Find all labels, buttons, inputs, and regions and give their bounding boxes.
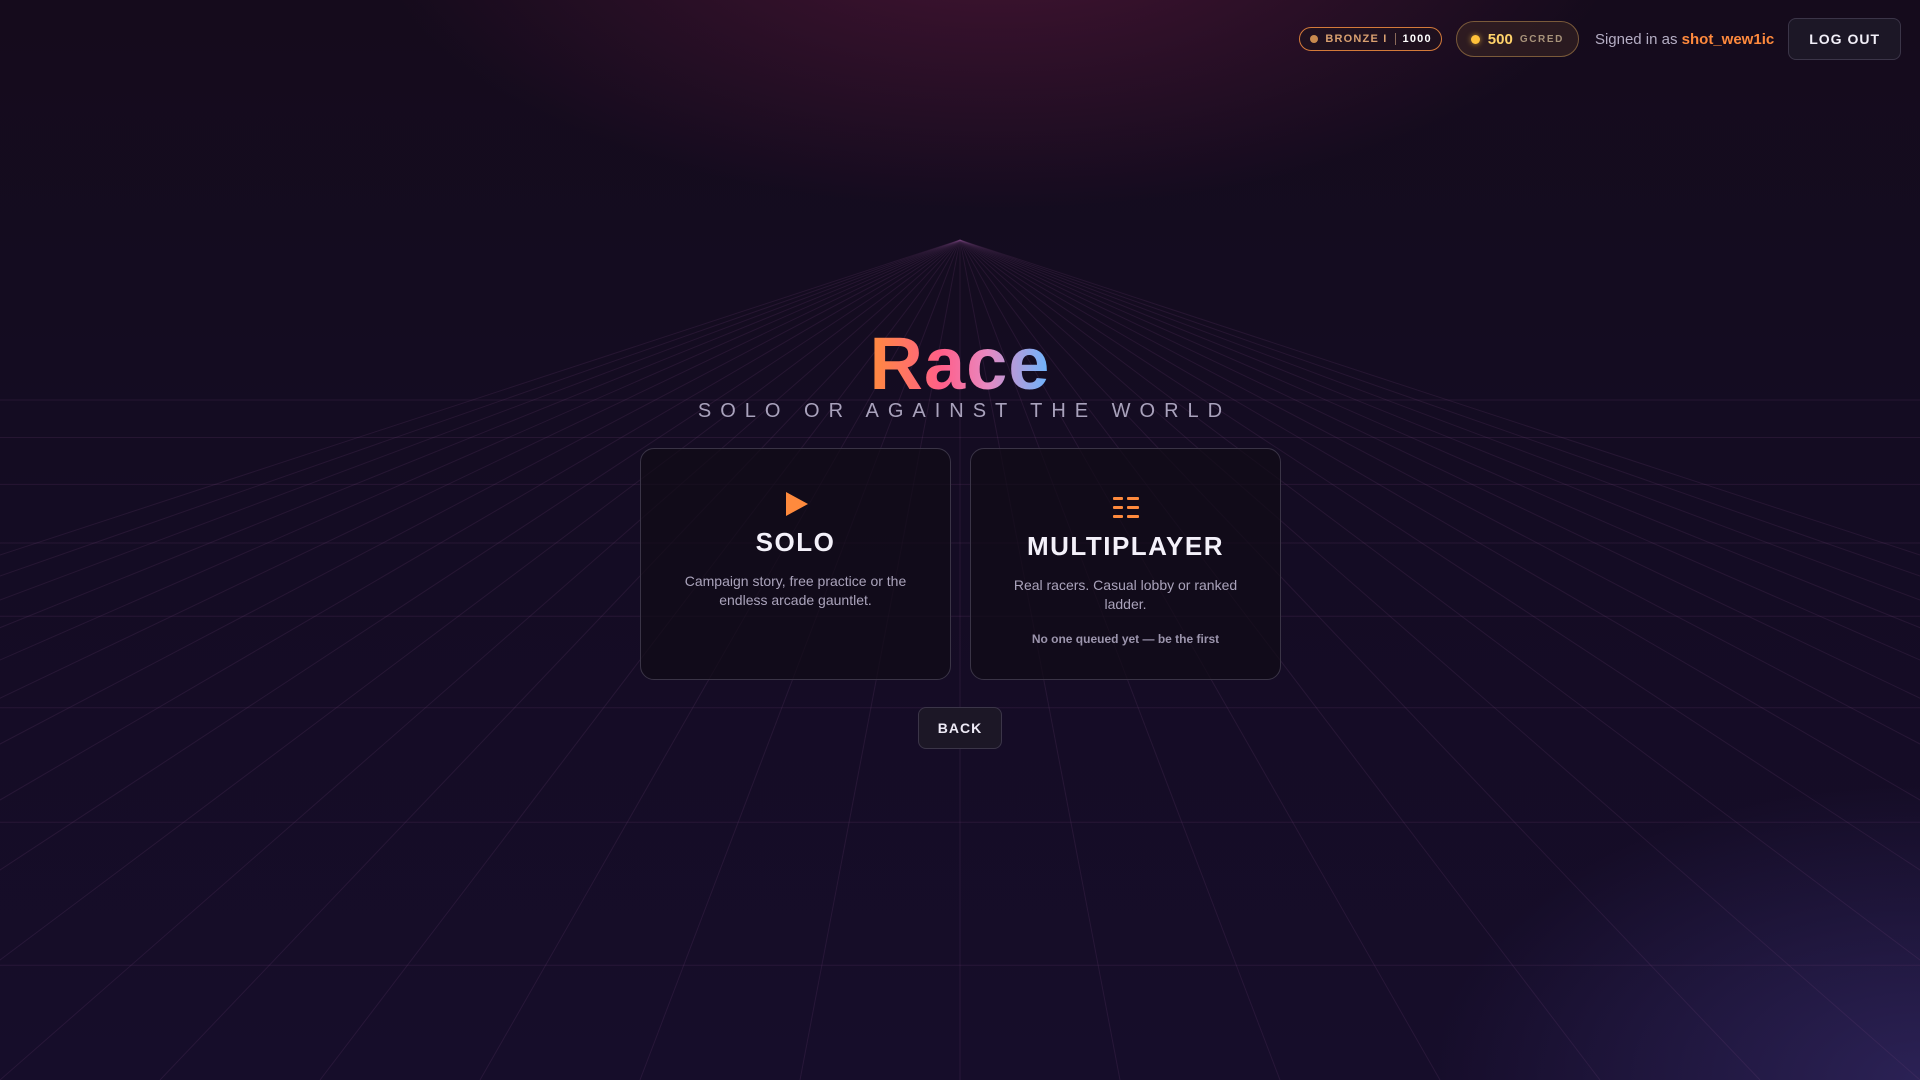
credits-unit: GCRED — [1519, 33, 1564, 45]
rank-medal-icon — [1310, 35, 1319, 43]
rank-points: 1000 — [1402, 33, 1432, 45]
page-subtitle: SOLO OR AGAINST THE WORLD — [697, 400, 1232, 422]
solo-mode-card[interactable]: SOLO Campaign story, free practice or th… — [640, 448, 951, 680]
multiplayer-mode-card[interactable]: MULTIPLAYER Real racers. Casual lobby or… — [970, 448, 1281, 680]
multiplayer-mode-title: MULTIPLAYER — [1026, 531, 1225, 561]
multiplayer-mode-description: Real racers. Casual lobby or ranked ladd… — [1013, 577, 1238, 612]
queue-status: No one queued yet — be the first — [1031, 632, 1220, 646]
mode-selector: SOLO Campaign story, free practice or th… — [640, 448, 1281, 680]
play-icon — [785, 492, 808, 516]
page-title: Race — [869, 322, 1051, 405]
rank-divider — [1394, 33, 1396, 45]
logout-button[interactable]: LOG OUT — [1788, 18, 1901, 60]
credits-balance: 500 GCRED — [1455, 21, 1579, 57]
signed-in-status: Signed in as shot_wew1ic — [1595, 31, 1774, 48]
rank-badge: BRONZE I 1000 — [1299, 27, 1442, 51]
hero: Race SOLO OR AGAINST THE WORLD — [0, 322, 1920, 423]
rank-tier: BRONZE I — [1325, 33, 1388, 45]
username: shot_wew1ic — [1681, 30, 1775, 48]
solo-mode-description: Campaign story, free practice or the end… — [684, 573, 907, 608]
back-button[interactable]: BACK — [918, 707, 1002, 749]
credits-amount: 500 — [1487, 30, 1513, 48]
lobby-list-icon — [1112, 497, 1139, 518]
solo-mode-title: SOLO — [755, 527, 836, 557]
signed-in-label: Signed in as — [1594, 30, 1678, 48]
coin-icon — [1470, 34, 1480, 44]
top-bar: BRONZE I 1000 500 GCRED Signed in as sho… — [1299, 18, 1901, 60]
